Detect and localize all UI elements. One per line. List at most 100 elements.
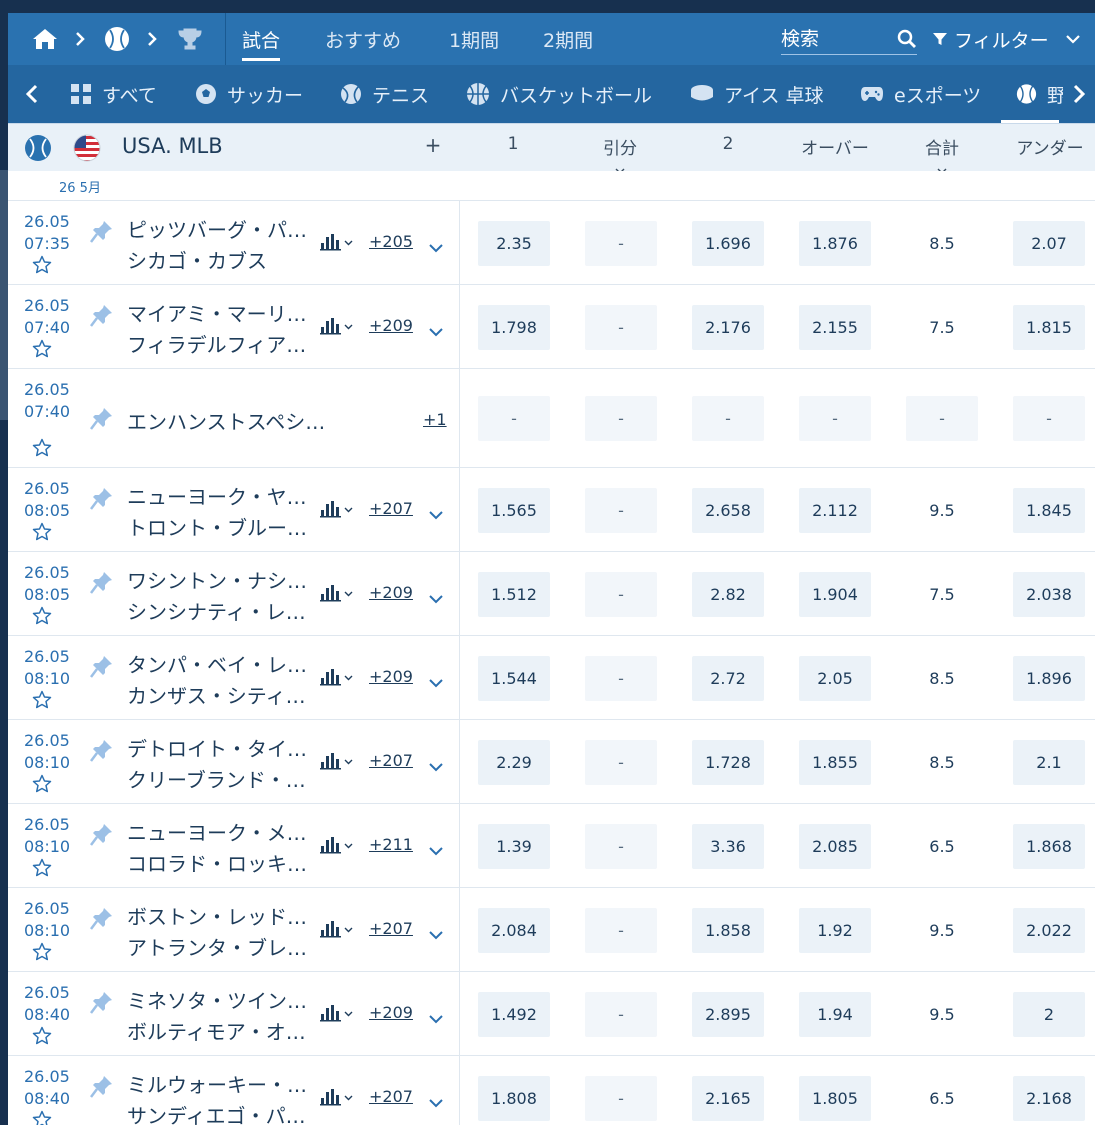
favorite-star-icon[interactable] xyxy=(32,774,52,797)
odds-over[interactable]: 1.94 xyxy=(799,991,871,1037)
match-row[interactable]: 26.05 08:05 ワシントン・ナシ… シンシナティ・レ… +209 1.512-2.… xyxy=(8,552,1095,636)
more-markets-link[interactable]: +209 xyxy=(369,1003,413,1022)
more-markets-link[interactable]: +207 xyxy=(369,751,413,770)
odds-over[interactable]: 2.05 xyxy=(799,655,871,701)
odds-away[interactable]: 1.696 xyxy=(692,220,764,266)
statistics-icon[interactable] xyxy=(320,317,354,339)
sport-soccer[interactable]: サッカー xyxy=(195,65,303,123)
team-home[interactable]: タンパ・ベイ・レ… xyxy=(127,649,307,678)
statistics-icon[interactable] xyxy=(320,752,354,774)
odds-under[interactable]: 1.815 xyxy=(1013,304,1085,350)
odds-under[interactable]: 1.845 xyxy=(1013,487,1085,533)
statistics-icon[interactable] xyxy=(320,1088,354,1110)
team-home[interactable]: ボストン・レッド… xyxy=(127,901,307,930)
match-row[interactable]: 26.05 08:10 タンパ・ベイ・レ… カンザス・シティ… +209 1.544-2.… xyxy=(8,636,1095,720)
statistics-icon[interactable] xyxy=(320,233,354,255)
tab-period-1[interactable]: 1期間 xyxy=(449,13,499,65)
team-home[interactable]: ニューヨーク・メ… xyxy=(127,817,307,846)
odds-away[interactable]: - xyxy=(692,396,764,441)
odds-home[interactable]: 2.35 xyxy=(478,220,550,266)
odds-home[interactable]: 1.565 xyxy=(478,487,550,533)
statistics-icon[interactable] xyxy=(320,1004,354,1026)
sport-all[interactable]: すべて xyxy=(70,65,157,123)
odds-under[interactable]: 2.1 xyxy=(1013,739,1085,785)
more-markets-link[interactable]: +211 xyxy=(369,835,413,854)
total-line[interactable]: - xyxy=(906,396,978,441)
scroll-right-button[interactable] xyxy=(1063,65,1095,123)
match-row[interactable]: 26.05 07:40 マイアミ・マーリ… フィラデルフィア… +209 1.798-2.… xyxy=(8,285,1095,369)
home-icon[interactable] xyxy=(30,13,60,65)
more-markets-link[interactable]: +209 xyxy=(369,316,413,335)
pin-icon[interactable] xyxy=(90,1074,114,1102)
search-input[interactable] xyxy=(781,27,881,50)
more-markets-link[interactable]: +207 xyxy=(369,1087,413,1106)
search-icon[interactable] xyxy=(897,29,917,54)
team-home[interactable]: マイアミ・マーリ… xyxy=(127,298,307,327)
statistics-icon[interactable] xyxy=(320,668,354,690)
odds-draw[interactable]: - xyxy=(585,571,657,617)
odds-home[interactable]: - xyxy=(478,396,550,441)
statistics-icon[interactable] xyxy=(320,500,354,522)
scroll-left-button[interactable] xyxy=(14,65,50,123)
odds-over[interactable]: 2.085 xyxy=(799,823,871,869)
pin-icon[interactable] xyxy=(90,303,114,331)
pin-icon[interactable] xyxy=(90,486,114,514)
team-away[interactable]: クリーブランド・… xyxy=(127,764,306,793)
chevron-down-icon[interactable] xyxy=(428,673,444,692)
odds-draw[interactable]: - xyxy=(585,1075,657,1121)
chevron-down-icon[interactable] xyxy=(428,238,444,257)
sport-baseball[interactable]: 野 xyxy=(1016,65,1066,123)
favorite-star-icon[interactable] xyxy=(32,255,52,278)
chevron-down-icon[interactable] xyxy=(428,589,444,608)
favorite-star-icon[interactable] xyxy=(32,339,52,362)
team-away[interactable]: トロント・ブルー… xyxy=(127,512,307,541)
odds-away[interactable]: 2.895 xyxy=(692,991,764,1037)
odds-home[interactable]: 1.492 xyxy=(478,991,550,1037)
chevron-down-icon[interactable] xyxy=(428,841,444,860)
baseball-icon[interactable] xyxy=(102,13,132,65)
odds-away[interactable]: 1.728 xyxy=(692,739,764,785)
odds-home[interactable]: 2.29 xyxy=(478,739,550,785)
odds-over[interactable]: 2.112 xyxy=(799,487,871,533)
tab-matches[interactable]: 試合 xyxy=(242,13,281,65)
favorite-star-icon[interactable] xyxy=(32,690,52,713)
tab-recommended[interactable]: おすすめ xyxy=(325,13,401,65)
odds-draw[interactable]: - xyxy=(585,823,657,869)
team-away[interactable]: アトランタ・ブレ… xyxy=(127,932,307,961)
odds-away[interactable]: 2.72 xyxy=(692,655,764,701)
team-away[interactable]: シンシナティ・レ… xyxy=(127,596,306,625)
chevron-down-icon[interactable] xyxy=(428,925,444,944)
odds-home[interactable]: 1.512 xyxy=(478,571,550,617)
statistics-icon[interactable] xyxy=(320,920,354,942)
favorite-star-icon[interactable] xyxy=(32,1110,52,1125)
favorite-star-icon[interactable] xyxy=(32,606,52,629)
favorite-star-icon[interactable] xyxy=(32,942,52,965)
pin-icon[interactable] xyxy=(90,654,114,682)
chevron-down-icon[interactable] xyxy=(428,1009,444,1028)
favorite-star-icon[interactable] xyxy=(32,1026,52,1049)
more-markets-link[interactable]: +1 xyxy=(423,410,447,429)
odds-draw[interactable]: - xyxy=(585,487,657,533)
match-row[interactable]: 26.05 08:10 ニューヨーク・メ… コロラド・ロッキ… +211 1.39-3.3… xyxy=(8,804,1095,888)
sport-tennis[interactable]: テニス xyxy=(340,65,429,123)
team-home[interactable]: ピッツバーグ・パ… xyxy=(127,214,307,243)
chevron-down-icon[interactable] xyxy=(428,505,444,524)
team-home[interactable]: ミルウォーキー・… xyxy=(127,1069,307,1098)
match-row[interactable]: 26.05 08:40 ミルウォーキー・… サンディエゴ・パ… +207 1.808-2.… xyxy=(8,1056,1095,1125)
favorite-star-icon[interactable] xyxy=(32,438,52,461)
team-away[interactable]: コロラド・ロッキ… xyxy=(127,848,307,877)
odds-under[interactable]: 2 xyxy=(1013,991,1085,1037)
odds-draw[interactable]: - xyxy=(585,396,657,441)
pin-icon[interactable] xyxy=(90,219,114,247)
more-markets-link[interactable]: +207 xyxy=(369,499,413,518)
odds-home[interactable]: 1.808 xyxy=(478,1075,550,1121)
odds-over[interactable]: - xyxy=(799,396,871,441)
odds-over[interactable]: 2.155 xyxy=(799,304,871,350)
odds-away[interactable]: 2.165 xyxy=(692,1075,764,1121)
team-home[interactable]: デトロイト・タイ… xyxy=(127,733,307,762)
pin-icon[interactable] xyxy=(90,906,114,934)
odds-over[interactable]: 1.904 xyxy=(799,571,871,617)
favorite-star-icon[interactable] xyxy=(32,858,52,881)
sport-basketball[interactable]: バスケットボール xyxy=(466,65,652,123)
scrollbar[interactable] xyxy=(0,170,8,420)
